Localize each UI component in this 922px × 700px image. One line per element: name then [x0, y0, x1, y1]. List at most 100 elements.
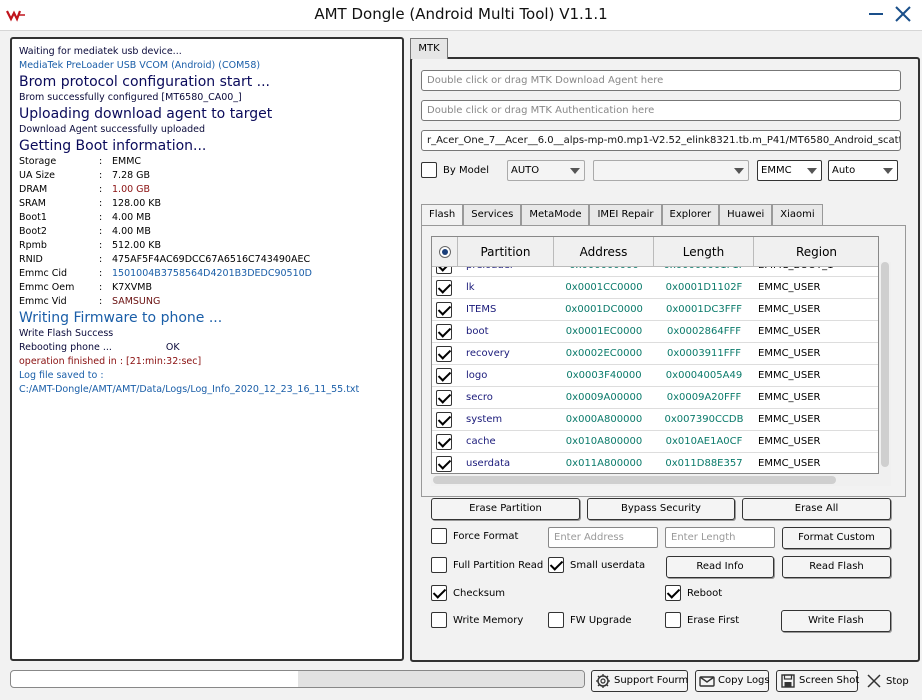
column-header-address[interactable]: Address — [554, 237, 654, 266]
tab-mtk[interactable]: MTK — [410, 38, 448, 59]
row-checkbox-cell — [432, 365, 458, 386]
table-row[interactable]: logo 0x0003F40000 0x0004005A49 EMMC_USER — [432, 365, 878, 387]
table-header: Partition Address Length Region — [432, 237, 878, 267]
scatter-file-field[interactable]: r_Acer_One_7__Acer__6.0__alps-mp-m0.mp1-… — [421, 130, 901, 151]
support-forum-button[interactable]: Support Fourm — [591, 670, 688, 692]
close-icon[interactable] — [893, 4, 913, 24]
full-partition-read-checkbox[interactable] — [431, 557, 447, 573]
column-header-region[interactable]: Region — [754, 237, 878, 266]
download-agent-field[interactable]: Double click or drag MTK Download Agent … — [421, 70, 901, 91]
row-checkbox[interactable] — [436, 434, 452, 450]
length-cell: 0x011D88E357 — [665, 458, 743, 469]
table-row[interactable]: cache 0x010A800000 0x010AE1A0CF EMMC_USER — [432, 431, 878, 453]
log-info-row: Boot1:4.00 MB — [19, 211, 395, 225]
log-info-value: 1.00 GB — [112, 184, 151, 195]
tab-xiaomi[interactable]: Xiaomi — [772, 204, 823, 226]
log-line-status: OK — [165, 342, 180, 353]
tab-huawei[interactable]: Huawei — [719, 204, 773, 226]
storage-select[interactable]: EMMC — [757, 160, 822, 181]
model-select-secondary[interactable] — [593, 160, 749, 181]
scrollbar-thumb[interactable] — [433, 476, 836, 484]
read-info-button[interactable]: Read Info — [666, 556, 774, 578]
row-checkbox[interactable] — [436, 390, 452, 406]
sub-tabs: Flash Services MetaMode IMEI Repair Expl… — [421, 204, 823, 226]
authentication-field[interactable]: Double click or drag MTK Authentication … — [421, 100, 901, 121]
tab-explorer[interactable]: Explorer — [661, 204, 720, 226]
row-checkbox[interactable] — [436, 324, 452, 340]
model-select-value: AUTO — [511, 165, 540, 176]
region-cell: EMMC_USER — [758, 458, 821, 469]
erase-first-checkbox[interactable] — [665, 612, 681, 628]
full-partition-read-label: Full Partition Read — [453, 560, 544, 571]
table-row[interactable]: lk 0x0001CC0000 0x0001D1102F EMMC_USER — [432, 277, 878, 299]
address-input[interactable]: Enter Address — [548, 527, 658, 548]
copy-logs-button[interactable]: Copy Logs — [695, 670, 770, 692]
length-input[interactable]: Enter Length — [665, 527, 775, 548]
region-cell: EMMC_USER — [758, 392, 821, 403]
erase-partition-button[interactable]: Erase Partition — [431, 498, 580, 520]
checksum-checkbox[interactable] — [431, 585, 447, 601]
log-info-value: 4.00 MB — [112, 212, 151, 223]
minimize-icon[interactable] — [866, 4, 886, 24]
table-horizontal-scrollbar[interactable] — [431, 474, 891, 486]
stop-label: Stop — [886, 676, 909, 687]
row-checkbox[interactable] — [436, 280, 452, 296]
force-format-checkbox[interactable] — [431, 528, 447, 544]
log-info-row: RNID:475AF5F4AC69DCC67A6516C743490AEC — [19, 253, 395, 267]
table-row[interactable]: system 0x000A800000 0x007390CCDB EMMC_USER — [432, 409, 878, 431]
small-userdata-checkbox[interactable] — [548, 557, 564, 573]
select-all-radio[interactable] — [432, 237, 458, 266]
row-checkbox[interactable] — [436, 302, 452, 318]
address-cell: 0x0001EC0000 — [565, 326, 643, 337]
read-flash-button[interactable]: Read Flash — [782, 556, 891, 578]
row-checkbox[interactable] — [436, 368, 452, 384]
screen-shot-button[interactable]: Screen Shot — [776, 670, 859, 692]
by-model-checkbox[interactable] — [421, 162, 437, 178]
table-row[interactable]: recovery 0x0002EC0000 0x0003911FFF EMMC_USE… — [432, 343, 878, 365]
log-info-row: Emmc Oem: K7XVMB — [19, 281, 395, 295]
tab-metamode[interactable]: MetaMode — [521, 204, 590, 226]
by-model-label: By Model — [443, 165, 489, 176]
row-checkbox-cell — [432, 277, 458, 298]
log-info-separator: : — [99, 156, 103, 167]
log-line: Getting Boot information... — [19, 138, 207, 154]
log-line: C:/AMT-Dongle/AMT/AMT/Data/Logs/Log_Info… — [19, 383, 395, 397]
table-row[interactable]: secro 0x0009A00000 0x0009A20FFF EMMC_USER — [432, 387, 878, 409]
table-vertical-scrollbar[interactable] — [879, 262, 891, 474]
write-flash-button[interactable]: Write Flash — [781, 610, 891, 632]
log-line: Write Flash Success — [19, 327, 395, 341]
support-forum-label: Support Fourm — [614, 675, 689, 686]
row-checkbox[interactable] — [436, 456, 452, 472]
table-row[interactable]: boot 0x0001EC0000 0x0002864FFF EMMC_USER — [432, 321, 878, 343]
speed-select[interactable]: Auto — [828, 160, 898, 181]
log-info-key: Emmc Oem — [19, 282, 75, 293]
column-header-length[interactable]: Length — [654, 237, 754, 266]
fw-upgrade-checkbox[interactable] — [548, 612, 564, 628]
log-info-separator: : — [99, 254, 103, 265]
log-line: MediaTek PreLoader USB VCOM (Android) (C… — [19, 60, 261, 71]
log-info-separator: : — [99, 226, 103, 237]
progress-bar — [10, 670, 585, 688]
log-info-key: Emmc Vid — [19, 296, 67, 307]
scrollbar-thumb[interactable] — [881, 262, 889, 467]
region-cell: EMMC_USER — [758, 436, 821, 447]
log-info-value: 7.28 GB — [112, 170, 151, 181]
reboot-checkbox[interactable] — [665, 585, 681, 601]
row-checkbox[interactable] — [436, 412, 452, 428]
erase-all-button[interactable]: Erase All — [742, 498, 891, 520]
table-row[interactable]: userdata 0x011A800000 0x011D88E357 EMMC_USE… — [432, 453, 878, 473]
write-memory-label: Write Memory — [453, 615, 524, 626]
stop-button[interactable]: Stop — [865, 672, 915, 692]
table-row[interactable]: ITEMS 0x0001DC0000 0x0001DC3FFF EMMC_USER — [432, 299, 878, 321]
address-cell: 0x000A800000 — [565, 414, 643, 425]
write-memory-checkbox[interactable] — [431, 612, 447, 628]
tab-flash[interactable]: Flash — [421, 204, 464, 226]
format-custom-button[interactable]: Format Custom — [782, 527, 891, 549]
bypass-security-button[interactable]: Bypass Security — [587, 498, 735, 520]
row-checkbox[interactable] — [436, 346, 452, 362]
model-select[interactable]: AUTO — [507, 160, 585, 181]
tab-services[interactable]: Services — [463, 204, 522, 226]
log-info-row: Rpmb:512.00 KB — [19, 239, 395, 253]
tab-imei-repair[interactable]: IMEI Repair — [589, 204, 662, 226]
column-header-partition[interactable]: Partition — [458, 237, 554, 266]
